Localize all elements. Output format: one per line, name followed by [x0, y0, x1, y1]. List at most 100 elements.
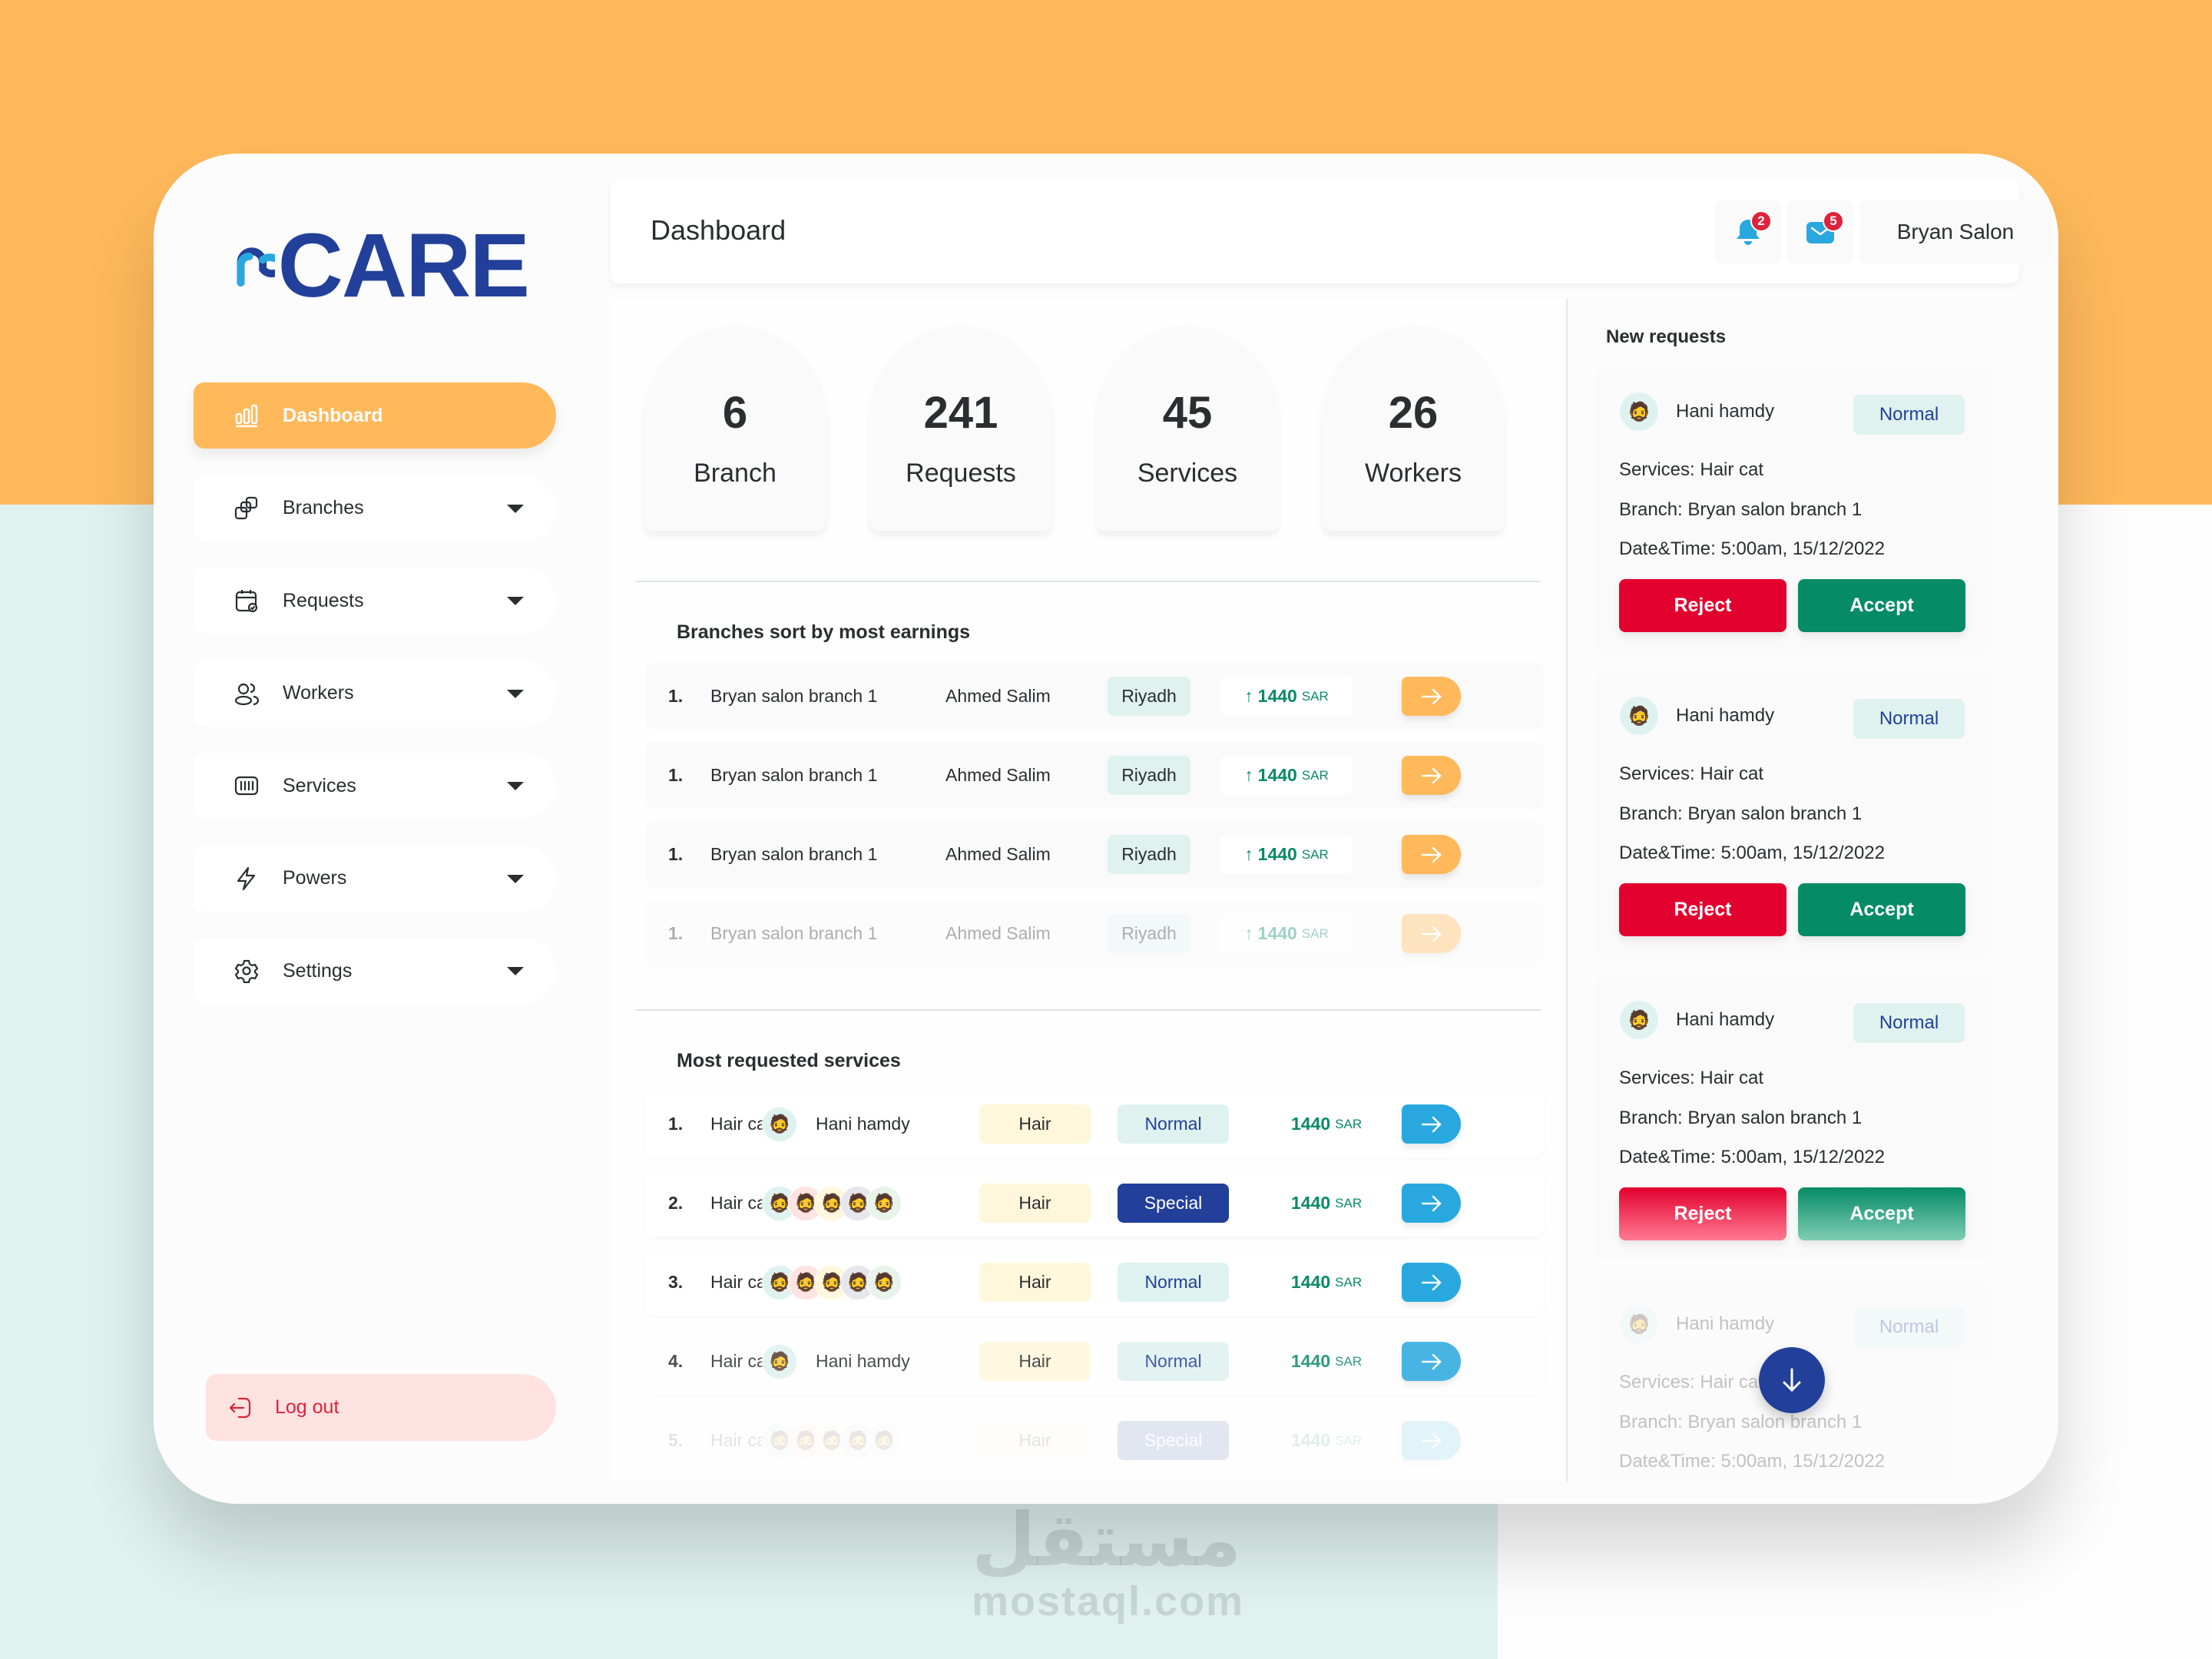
lightning-icon [233, 866, 260, 892]
type-tag: Normal [1853, 1003, 1965, 1043]
stat-label: Requests [906, 459, 1016, 488]
view-service-button[interactable] [1402, 1104, 1461, 1144]
sidebar-item-label: Settings [283, 959, 353, 982]
caret-down-icon [507, 874, 524, 883]
type-tag: Special [1118, 1421, 1229, 1460]
view-service-button[interactable] [1402, 1421, 1461, 1460]
page-title: Dashboard [651, 214, 786, 246]
arrow-right-icon [1421, 846, 1442, 863]
reject-button[interactable]: Reject [1619, 579, 1786, 632]
view-branch-button[interactable] [1402, 835, 1461, 874]
reject-button[interactable]: Reject [1619, 883, 1786, 936]
branch-name: Bryan salon branch 1 [710, 686, 878, 706]
worker-avatars: 🧔 🧔 🧔 🧔 🧔 [762, 1249, 902, 1316]
sidebar-item-settings[interactable]: Settings [194, 938, 556, 1004]
worker-avatars: 🧔 🧔 🧔 🧔 🧔 [762, 1170, 902, 1237]
arrow-right-icon [1421, 767, 1442, 783]
request-branch: Branch: Bryan salon branch 1 [1619, 1108, 1863, 1128]
requester-name: Hani hamdy [1676, 401, 1775, 422]
new-requests-title: New requests [1606, 326, 1727, 347]
calendar-check-icon [233, 588, 260, 614]
request-datetime: Date&Time: 5:00am, 15/12/2022 [1619, 1451, 1885, 1472]
services-section-title: Most requested services [677, 1050, 901, 1071]
branch-name: Bryan salon branch 1 [710, 765, 878, 785]
caret-down-icon [507, 689, 524, 698]
stat-label: Branch [694, 459, 777, 488]
reject-button[interactable]: Reject [1619, 1187, 1786, 1240]
view-service-button[interactable] [1402, 1184, 1461, 1223]
scroll-down-button[interactable] [1759, 1347, 1825, 1413]
avatar: 🧔 [866, 1422, 902, 1459]
earnings: ↑ 1440 SAR [1220, 756, 1353, 795]
request-service: Services: Hair cat [1619, 459, 1764, 480]
sidebar-item-label: Workers [283, 682, 354, 704]
type-tag: Normal [1853, 1307, 1965, 1347]
worker-name: Hani hamdy [816, 1351, 910, 1371]
sidebar-item-branches[interactable]: Branches [194, 475, 556, 541]
sidebar-item-services[interactable]: Services [194, 753, 556, 819]
stat-card-services: 45 Services [1096, 326, 1279, 531]
user-menu[interactable]: Bryan Salon [1859, 200, 2051, 264]
worker-avatars: 🧔 🧔 🧔 🧔 🧔 [762, 1407, 902, 1474]
branch-row: 1. Bryan salon branch 1 Ahmed Salim Riya… [645, 900, 1544, 967]
view-branch-button[interactable] [1402, 914, 1461, 953]
accept-button[interactable]: Accept [1798, 1187, 1965, 1240]
worker-avatars: 🧔 [762, 1091, 797, 1157]
branch-manager: Ahmed Salim [945, 844, 1051, 864]
request-branch: Branch: Bryan salon branch 1 [1619, 499, 1863, 520]
caret-down-icon [507, 504, 524, 513]
type-tag: Normal [1853, 699, 1965, 739]
arrow-right-icon [1421, 1353, 1442, 1369]
branch-manager: Ahmed Salim [945, 765, 1051, 785]
view-branch-button[interactable] [1402, 677, 1461, 716]
avatar: 🧔 [1619, 1304, 1659, 1344]
request-datetime: Date&Time: 5:00am, 15/12/2022 [1619, 538, 1885, 559]
view-service-button[interactable] [1402, 1263, 1461, 1302]
category-tag: Hair [979, 1342, 1091, 1381]
top-header: Dashboard 2 5 Bryan Salon [611, 179, 2051, 283]
arrow-up-icon: ↑ [1244, 844, 1253, 864]
stat-value: 241 [923, 388, 998, 438]
accept-button[interactable]: Accept [1798, 579, 1965, 632]
avatar: 🧔 [1619, 696, 1659, 736]
caret-down-icon [507, 597, 524, 605]
watermark: مستقل mostaql.com [972, 1497, 1245, 1624]
sidebar-item-label: Requests [283, 589, 364, 611]
accept-button[interactable]: Accept [1798, 883, 1965, 936]
notifications-button[interactable]: 2 [1715, 200, 1781, 264]
branches-section-title: Branches sort by most earnings [677, 621, 971, 643]
avatar: 🧔 [1619, 1000, 1659, 1040]
logout-label: Log out [275, 1396, 339, 1418]
section-divider [636, 1009, 1541, 1011]
logout-button[interactable]: Log out [206, 1374, 556, 1441]
stat-value: 45 [1162, 388, 1213, 438]
request-service: Services: Hair cat [1619, 1068, 1764, 1088]
sidebar-item-dashboard[interactable]: Dashboard [194, 382, 556, 449]
sidebar-nav: Dashboard Branches Requests Workers Serv… [194, 382, 556, 1031]
stat-card-workers: 26 Workers [1322, 326, 1505, 531]
arrow-down-icon [1783, 1368, 1801, 1392]
category-tag: Hair [979, 1104, 1091, 1144]
stat-card-branch: 6 Branch [644, 326, 826, 531]
arrow-up-icon: ↑ [1244, 923, 1253, 943]
caret-down-icon [507, 782, 524, 790]
requester-name: Hani hamdy [1676, 1313, 1775, 1334]
sidebar-item-requests[interactable]: Requests [194, 568, 556, 634]
service-row: 2. Hair cat 🧔 🧔 🧔 🧔 🧔 Hair Special 1440 SAR [645, 1170, 1544, 1237]
sidebar-item-workers[interactable]: Workers [194, 660, 556, 727]
new-requests-panel: New requests 🧔 Hani hamdy Normal Services… [1568, 299, 2028, 1482]
earnings: ↑ 1440 SAR [1220, 914, 1353, 953]
city-tag: Riyadh [1108, 835, 1190, 874]
messages-button[interactable]: 5 [1787, 200, 1853, 264]
sidebar-item-label: Powers [283, 867, 347, 889]
users-icon [233, 680, 260, 707]
city-tag: Riyadh [1108, 756, 1190, 795]
arrow-right-icon [1421, 1432, 1442, 1449]
stat-label: Services [1137, 459, 1238, 488]
requester-name: Hani hamdy [1676, 705, 1775, 726]
sidebar-item-powers[interactable]: Powers [194, 845, 556, 912]
view-service-button[interactable] [1402, 1342, 1461, 1381]
city-tag: Riyadh [1108, 914, 1190, 953]
view-branch-button[interactable] [1402, 756, 1461, 795]
price: 1440 SAR [1291, 1193, 1363, 1213]
